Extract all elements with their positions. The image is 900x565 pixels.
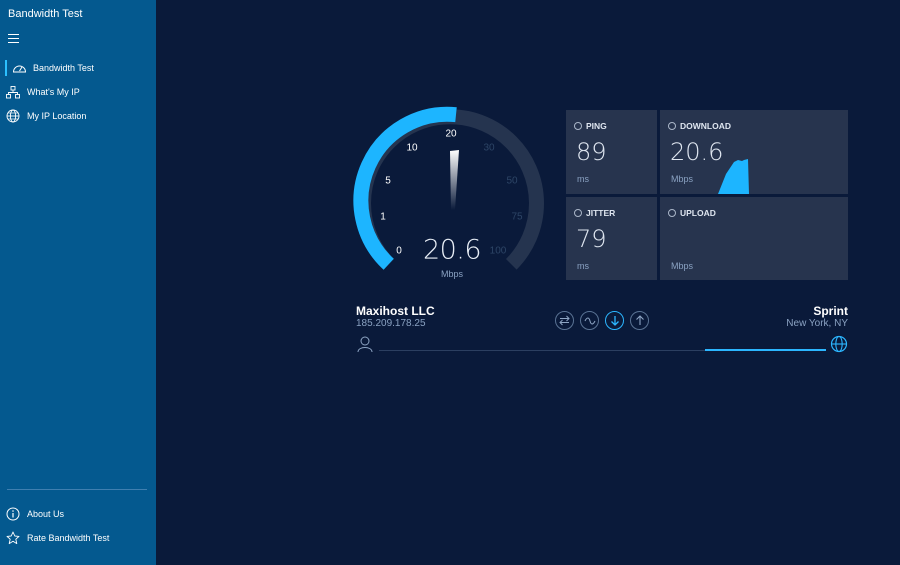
- download-graph: [718, 159, 749, 194]
- gauge-tick-label: 5: [385, 175, 391, 187]
- jitter-title: JITTER: [574, 208, 615, 218]
- server-ip: 185.209.178.25: [356, 318, 426, 329]
- hamburger-menu-icon[interactable]: [8, 34, 19, 44]
- user-icon: [357, 336, 373, 353]
- ping-unit: ms: [577, 174, 589, 184]
- download-title: DOWNLOAD: [668, 121, 731, 131]
- gauge-tick-label: 100: [489, 245, 507, 257]
- ping-icon: [574, 122, 582, 130]
- server-globe-icon: [830, 335, 848, 353]
- ping-mode-button[interactable]: [555, 311, 574, 330]
- gauge-speed-unit: Mbps: [440, 269, 464, 279]
- download-icon: [668, 122, 676, 130]
- isp-name: Sprint: [813, 304, 848, 318]
- upload-unit: Mbps: [671, 261, 694, 271]
- gauge-tick-label: 20: [445, 128, 457, 140]
- globe-icon: [5, 108, 21, 124]
- gauge-tick-label: 75: [511, 211, 523, 223]
- star-icon: [5, 530, 21, 546]
- jitter-icon: [574, 209, 582, 217]
- download-card: DOWNLOAD 20.6 Mbps: [660, 110, 848, 194]
- jitter-value: 79: [576, 225, 607, 253]
- sidebar-item-label: What's My IP: [27, 87, 80, 97]
- active-indicator: [5, 60, 7, 76]
- server-host-name: Maxihost LLC: [356, 304, 435, 318]
- gauge-tick-label: 10: [406, 142, 418, 154]
- ping-value: 89: [576, 138, 607, 166]
- upload-mode-button[interactable]: [630, 311, 649, 330]
- gauge-needle: [450, 150, 459, 210]
- progress-fill: [705, 349, 826, 351]
- gauge-tick-label: 30: [483, 142, 495, 154]
- speedometer-icon: [11, 60, 27, 76]
- upload-title: UPLOAD: [668, 208, 716, 218]
- sidebar-divider: [7, 489, 147, 490]
- sidebar-item-whats-my-ip[interactable]: What's My IP: [0, 81, 156, 103]
- sidebar-item-label: My IP Location: [27, 111, 87, 121]
- jitter-unit: ms: [577, 261, 589, 271]
- sidebar-item-rate[interactable]: Rate Bandwidth Test: [0, 527, 156, 549]
- jitter-mode-icon: [584, 317, 595, 324]
- gauge-tick-label: 50: [506, 175, 518, 187]
- gauge-tick-label: 0: [396, 245, 402, 257]
- sidebar-item-label: About Us: [27, 509, 65, 519]
- download-mode-button[interactable]: [605, 311, 624, 330]
- upload-icon: [668, 209, 676, 217]
- sidebar-item-bandwidth-test[interactable]: Bandwidth Test: [0, 57, 156, 79]
- sidebar-item-label: Bandwidth Test: [33, 63, 94, 73]
- sidebar-item-label: Rate Bandwidth Test: [27, 533, 110, 543]
- sidebar: Bandwidth Test Bandwidth Test What's My …: [0, 0, 156, 565]
- gauge-speed-value: 20.6: [422, 234, 482, 266]
- info-icon: [5, 506, 21, 522]
- download-mode-icon: [610, 316, 619, 326]
- ping-card: PING 89 ms: [566, 110, 657, 194]
- jitter-mode-button[interactable]: [580, 311, 599, 330]
- upload-mode-icon: [635, 315, 644, 325]
- gauge-tick-label: 1: [380, 211, 386, 223]
- network-icon: [5, 84, 21, 100]
- download-unit: Mbps: [671, 174, 694, 184]
- isp-location: New York, NY: [786, 318, 848, 329]
- upload-card: UPLOAD Mbps: [660, 197, 848, 280]
- ping-mode-icon: [559, 315, 570, 326]
- jitter-card: JITTER 79 ms: [566, 197, 657, 280]
- sidebar-item-my-ip-location[interactable]: My IP Location: [0, 105, 156, 127]
- sidebar-item-about-us[interactable]: About Us: [0, 503, 156, 525]
- app-title: Bandwidth Test: [8, 8, 83, 20]
- ping-title: PING: [574, 121, 607, 131]
